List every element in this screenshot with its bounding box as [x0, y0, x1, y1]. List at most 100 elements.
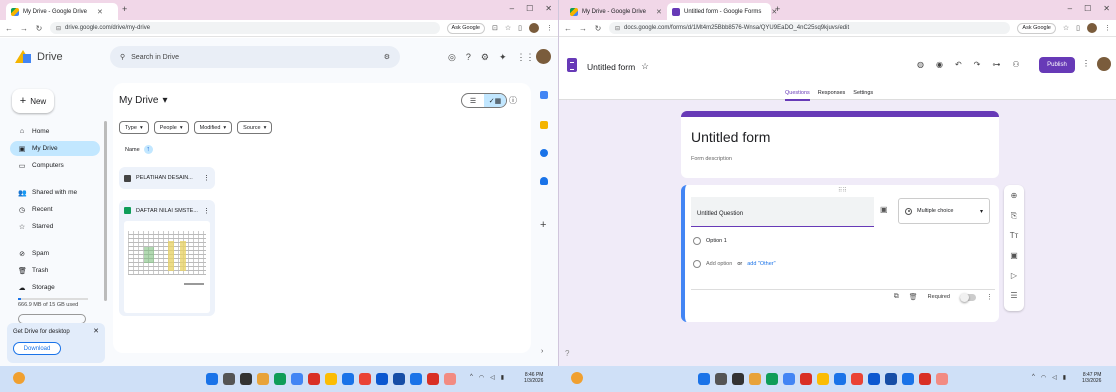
preview-eye-icon[interactable]: ◉ — [936, 60, 943, 69]
sidebar-item-recent[interactable]: ◷ Recent — [10, 202, 100, 217]
app-icon[interactable] — [342, 373, 354, 385]
contacts-icon[interactable] — [540, 177, 548, 185]
publish-button[interactable]: Publish — [1039, 57, 1075, 73]
app-icon[interactable] — [834, 373, 846, 385]
form-title-field[interactable]: Untitled form — [691, 129, 989, 145]
star-icon[interactable]: ☆ — [641, 61, 649, 72]
add-collaborator-icon[interactable]: ⚇ — [1012, 60, 1019, 69]
volume-icon[interactable]: ◁ — [1052, 374, 1057, 381]
new-tab-icon[interactable]: + — [122, 4, 127, 14]
forms-logo-icon[interactable] — [567, 58, 577, 72]
file-explorer-icon[interactable] — [749, 373, 761, 385]
trash-icon[interactable]: 🗑 — [909, 293, 918, 301]
app-icon[interactable] — [444, 373, 456, 385]
weather-icon[interactable] — [13, 372, 25, 384]
weather-icon[interactable] — [571, 372, 583, 384]
volume-icon[interactable]: ◁ — [490, 374, 495, 381]
forms-avatar[interactable] — [1097, 57, 1111, 71]
status-icon[interactable]: ◎ — [448, 52, 456, 63]
file-thumbnail[interactable] — [124, 221, 210, 313]
forward-icon[interactable]: → — [579, 24, 587, 33]
site-info-icon[interactable]: ⊟ — [615, 25, 620, 32]
forward-icon[interactable]: → — [20, 24, 28, 33]
download-button[interactable]: Download — [13, 342, 61, 355]
wifi-icon[interactable]: ◠ — [1041, 374, 1046, 381]
app-icon[interactable] — [410, 373, 422, 385]
redo-icon[interactable]: ↷ — [974, 60, 981, 69]
chevron-right-icon[interactable]: › — [541, 348, 543, 355]
browser-menu-icon[interactable]: ⋮ — [1104, 24, 1111, 32]
tab-drive[interactable]: My Drive - Google Drive ✕ — [6, 3, 118, 20]
tab-questions[interactable]: Questions — [785, 90, 810, 101]
ask-google-button[interactable]: Ask Google — [1017, 22, 1056, 34]
keep-icon[interactable] — [540, 121, 548, 129]
help-icon[interactable]: ? — [466, 52, 471, 63]
app-icon[interactable] — [359, 373, 371, 385]
sidebar-item-computers[interactable]: ▭ Computers — [10, 158, 100, 173]
question-card[interactable]: ⠿⠿ Untitled Question ▣ Multiple choice ▾… — [681, 185, 999, 322]
ask-google-button[interactable]: Ask Google — [446, 22, 485, 34]
drive-logo[interactable]: Drive — [15, 50, 63, 63]
add-question-icon[interactable]: ⊕ — [1009, 191, 1019, 200]
settings-gear-icon[interactable]: ⚙ — [481, 52, 489, 63]
battery-icon[interactable]: ▮ — [501, 374, 504, 381]
taskbar-clock[interactable]: 8:47 PM 1/3/2026 — [1082, 372, 1101, 384]
url-field[interactable]: ⊟ drive.google.com/drive/my-drive — [50, 22, 440, 34]
start-icon[interactable] — [206, 373, 218, 385]
wifi-icon[interactable]: ◠ — [479, 374, 484, 381]
filter-type[interactable]: Type ▾ — [119, 121, 149, 134]
url-field[interactable]: ⊟ docs.google.com/forms/d/1Mt4m25Bbb8576… — [609, 22, 1011, 34]
import-questions-icon[interactable]: ⎘ — [1009, 211, 1019, 221]
question-title-input[interactable]: Untitled Question — [691, 197, 874, 227]
app-icon[interactable] — [783, 373, 795, 385]
more-vert-icon[interactable]: ⋮ — [203, 174, 210, 182]
bookmark-star-icon[interactable]: ☆ — [1063, 24, 1069, 32]
minimize-icon[interactable]: – — [510, 4, 514, 13]
sidebar-item-starred[interactable]: ☆ Starred — [10, 219, 100, 234]
taskbar-clock[interactable]: 8:46 PM 1/3/2026 — [524, 372, 543, 384]
word-icon[interactable] — [885, 373, 897, 385]
filter-modified[interactable]: Modified ▾ — [193, 121, 233, 134]
restore-icon[interactable]: ☐ — [1084, 4, 1091, 13]
chrome-icon[interactable] — [817, 373, 829, 385]
app-icon[interactable] — [376, 373, 388, 385]
sidebar-item-my-drive[interactable]: ▣ My Drive — [10, 141, 100, 156]
grid-view-icon[interactable]: ✓▦ — [484, 94, 506, 107]
new-button[interactable]: + New — [12, 89, 54, 113]
app-icon[interactable] — [851, 373, 863, 385]
folder-item[interactable]: PELATIHAN DESAIN... ⋮ — [119, 167, 215, 189]
restore-icon[interactable]: ☐ — [526, 4, 533, 13]
chrome-icon[interactable] — [325, 373, 337, 385]
reload-icon[interactable]: ↻ — [35, 24, 43, 33]
start-icon[interactable] — [698, 373, 710, 385]
sidebar-item-trash[interactable]: 🗑 Trash — [10, 263, 100, 278]
sidebar-item-home[interactable]: ⌂ Home — [10, 124, 100, 139]
app-icon[interactable] — [766, 373, 778, 385]
search-icon[interactable] — [223, 373, 235, 385]
tray-chevron-icon[interactable]: ^ — [1032, 374, 1035, 381]
sidebar-item-storage[interactable]: ☁ Storage — [10, 280, 100, 295]
info-icon[interactable]: ⓘ — [509, 95, 517, 106]
close-icon[interactable]: ✕ — [656, 8, 662, 16]
close-window-icon[interactable]: ✕ — [1103, 4, 1110, 13]
duplicate-icon[interactable]: ⧉ — [894, 293, 899, 301]
bookmark-star-icon[interactable]: ☆ — [505, 24, 511, 32]
battery-icon[interactable]: ▮ — [1063, 374, 1066, 381]
profile-avatar[interactable] — [529, 23, 539, 33]
app-icon[interactable] — [902, 373, 914, 385]
search-options-icon[interactable]: ⚙ — [384, 53, 390, 61]
tab-settings[interactable]: Settings — [853, 90, 873, 101]
question-type-select[interactable]: Multiple choice ▾ — [898, 198, 990, 224]
tab-forms[interactable]: Untitled form - Google Forms ✕ — [667, 3, 777, 20]
word-icon[interactable] — [393, 373, 405, 385]
add-other-link[interactable]: add "Other" — [747, 261, 775, 267]
tasks-icon[interactable] — [540, 149, 548, 157]
add-option-link[interactable]: Add option — [706, 261, 732, 267]
close-icon[interactable]: ✕ — [97, 8, 103, 16]
palette-icon[interactable]: ◍ — [917, 60, 924, 69]
app-icon[interactable] — [936, 373, 948, 385]
task-view-icon[interactable] — [732, 373, 744, 385]
drag-handle-icon[interactable]: ⠿⠿ — [838, 187, 847, 194]
form-description-field[interactable]: Form description — [691, 156, 989, 162]
add-addon-icon[interactable]: + — [540, 219, 546, 231]
